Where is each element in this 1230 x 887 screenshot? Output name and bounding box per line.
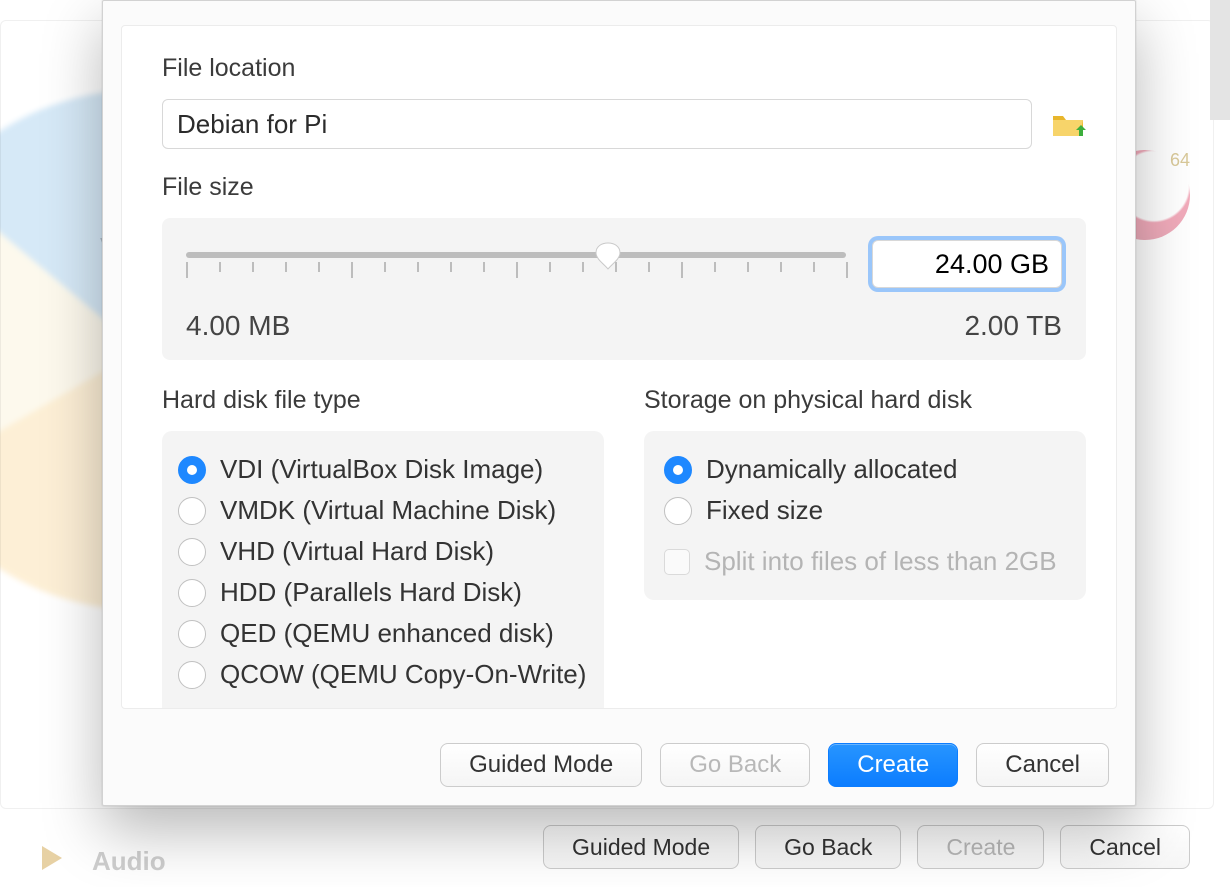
filetype-option-label: VDI (VirtualBox Disk Image) [220, 454, 543, 485]
bg-right-strip [1210, 0, 1230, 120]
file-size-label: File size [162, 173, 1086, 202]
slider-thumb[interactable] [595, 242, 621, 270]
file-location-label: File location [162, 54, 1086, 83]
filetype-option-label: QCOW (QEMU Copy-On-Write) [220, 659, 586, 690]
radio-icon [178, 579, 206, 607]
filetype-option-label: QED (QEMU enhanced disk) [220, 618, 554, 649]
os-arch-badge: 64 [1170, 150, 1190, 171]
split-files-label: Split into files of less than 2GB [704, 546, 1057, 577]
checkbox-icon [664, 549, 690, 575]
file-size-input[interactable] [872, 240, 1062, 288]
storage-option[interactable]: Dynamically allocated [662, 449, 1068, 490]
radio-icon [178, 456, 206, 484]
filetype-option[interactable]: QCOW (QEMU Copy-On-Write) [176, 654, 590, 695]
radio-icon [664, 456, 692, 484]
filetype-option[interactable]: VHD (Virtual Hard Disk) [176, 531, 590, 572]
dialog-button-bar: Guided Mode Go Back Create Cancel [103, 743, 1135, 787]
radio-icon [178, 661, 206, 689]
guided-mode-button[interactable]: Guided Mode [440, 743, 642, 787]
filetype-group: VDI (VirtualBox Disk Image) VMDK (Virtual… [162, 431, 604, 709]
filetype-option[interactable]: QED (QEMU enhanced disk) [176, 613, 590, 654]
filetype-option-label: VMDK (Virtual Machine Disk) [220, 495, 556, 526]
slider-min-label: 4.00 MB [186, 310, 290, 342]
go-back-button[interactable]: Go Back [660, 743, 810, 787]
radio-icon [178, 538, 206, 566]
storage-option-label: Dynamically allocated [706, 454, 957, 485]
filetype-option[interactable]: HDD (Parallels Hard Disk) [176, 572, 590, 613]
slider-max-label: 2.00 TB [964, 310, 1062, 342]
dialog-body: File location File size 4.00 MB [121, 25, 1117, 709]
bg-cancel-button[interactable]: Cancel [1060, 825, 1190, 869]
split-files-option: Split into files of less than 2GB [662, 541, 1068, 582]
filetype-option-label: HDD (Parallels Hard Disk) [220, 577, 522, 608]
file-location-input[interactable] [162, 99, 1032, 149]
browse-folder-icon[interactable] [1050, 106, 1086, 142]
background-button-bar: Guided Mode Go Back Create Cancel [0, 825, 1230, 869]
filetype-option[interactable]: VDI (VirtualBox Disk Image) [176, 449, 590, 490]
filetype-option-label: VHD (Virtual Hard Disk) [220, 536, 494, 567]
bg-guided-mode-button[interactable]: Guided Mode [543, 825, 739, 869]
file-size-slider[interactable] [186, 236, 846, 292]
storage-group: Dynamically allocated Fixed size Split int… [644, 431, 1086, 600]
cancel-button[interactable]: Cancel [976, 743, 1109, 787]
bg-create-button[interactable]: Create [917, 825, 1044, 869]
storage-option-label: Fixed size [706, 495, 823, 526]
storage-option[interactable]: Fixed size [662, 490, 1068, 531]
bg-go-back-button[interactable]: Go Back [755, 825, 901, 869]
create-hard-disk-dialog: File location File size 4.00 MB [102, 0, 1136, 806]
filetype-label: Hard disk file type [162, 386, 604, 415]
storage-label: Storage on physical hard disk [644, 386, 1086, 415]
create-button[interactable]: Create [828, 743, 958, 787]
filetype-option[interactable]: VMDK (Virtual Machine Disk) [176, 490, 590, 531]
file-size-group: 4.00 MB 2.00 TB [162, 218, 1086, 360]
radio-icon [178, 620, 206, 648]
radio-icon [664, 497, 692, 525]
radio-icon [178, 497, 206, 525]
